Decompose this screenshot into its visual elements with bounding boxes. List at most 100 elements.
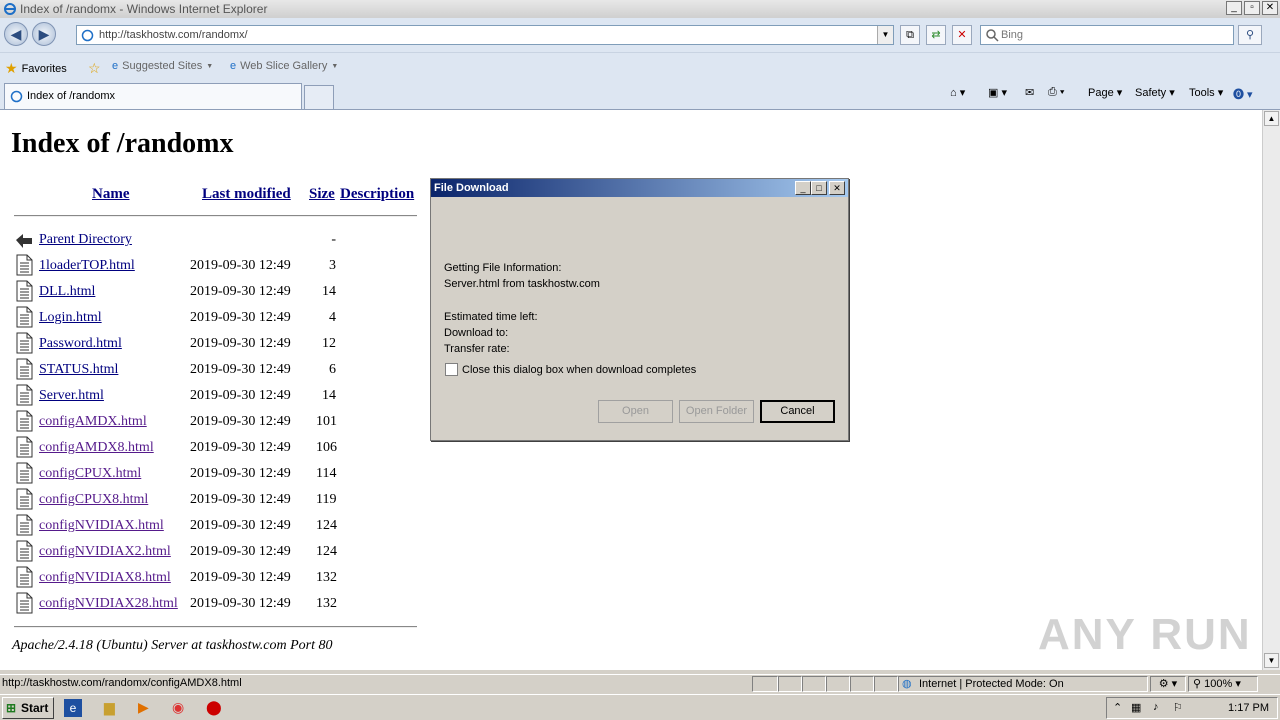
star-icon: ★ — [5, 60, 18, 76]
protected-mode-icon[interactable]: ⚙ ▾ — [1150, 676, 1186, 692]
network-icon[interactable]: ▦ — [1131, 701, 1141, 714]
file-link[interactable]: Password.html — [39, 336, 122, 352]
read-mail-icon[interactable]: ✉ — [1025, 86, 1034, 99]
dialog-close-button[interactable]: ✕ — [829, 181, 845, 195]
dialog-maximize-button[interactable]: □ — [811, 181, 827, 195]
dialog-minimize-button[interactable]: _ — [795, 181, 811, 195]
file-date: 2019-09-30 12:49 — [190, 492, 291, 507]
refresh-icon[interactable]: ⇄ — [926, 25, 946, 45]
chevron-down-icon: ▼ — [206, 62, 214, 70]
help-icon[interactable]: ⓿ ▾ — [1233, 86, 1253, 102]
scroll-down-icon[interactable]: ▼ — [1264, 653, 1279, 668]
cancel-button[interactable]: Cancel — [760, 400, 835, 423]
file-link[interactable]: 1loaderTOP.html — [39, 258, 135, 274]
volume-icon[interactable]: ♪ — [1153, 701, 1159, 713]
open-button[interactable]: Open — [598, 400, 673, 423]
close-button[interactable]: ✕ — [1262, 1, 1278, 15]
back-button[interactable]: ◀ — [4, 22, 28, 46]
status-bar: http://taskhostw.com/randomx/configAMDX8… — [0, 674, 1280, 692]
file-date: 2019-09-30 12:49 — [190, 570, 291, 585]
media-player-taskbar-icon[interactable]: ▶ — [138, 699, 156, 717]
file-size: 114 — [316, 466, 337, 481]
file-size: 119 — [316, 492, 337, 507]
file-size: 3 — [329, 258, 336, 273]
scroll-up-icon[interactable]: ▲ — [1264, 111, 1279, 126]
html-file-icon — [16, 436, 33, 458]
file-date: 2019-09-30 12:49 — [190, 336, 291, 351]
chrome-taskbar-icon[interactable]: ◉ — [172, 699, 190, 717]
sort-by-description-link[interactable]: Description — [340, 186, 414, 203]
explorer-taskbar-icon[interactable]: ▆ — [104, 699, 122, 717]
tab-index-randomx[interactable]: Index of /randomx — [4, 83, 302, 109]
search-button[interactable]: ⚲ — [1238, 25, 1262, 45]
compatibility-view-icon[interactable]: ⧉ — [900, 25, 920, 45]
zoom-control[interactable]: ⚲ 100% ▾ — [1188, 676, 1258, 692]
file-link[interactable]: configCPUX8.html — [39, 492, 148, 508]
address-dropdown-icon[interactable]: ▼ — [877, 26, 893, 44]
file-link[interactable]: configNVIDIAX.html — [39, 518, 164, 534]
file-link[interactable]: STATUS.html — [39, 362, 118, 378]
download-to-label: Download to: — [444, 327, 509, 339]
sort-by-modified-link[interactable]: Last modified — [202, 186, 291, 203]
sort-by-size-link[interactable]: Size — [309, 186, 335, 203]
clock[interactable]: 1:17 PM — [1228, 702, 1269, 714]
tools-menu[interactable]: Tools ▾ — [1189, 86, 1223, 99]
sort-by-name-link[interactable]: Name — [92, 186, 130, 203]
web-slice-gallery-link[interactable]: e Web Slice Gallery ▼ — [230, 60, 338, 72]
stop-icon[interactable]: ✕ — [952, 25, 972, 45]
html-file-icon — [16, 332, 33, 354]
divider — [14, 215, 417, 217]
anyrun-watermark: ANY RUN — [1038, 610, 1252, 659]
minimize-button[interactable]: _ — [1226, 1, 1242, 15]
safety-menu[interactable]: Safety ▾ — [1135, 86, 1175, 99]
maximize-button[interactable]: ▫ — [1244, 1, 1260, 15]
file-link[interactable]: Server.html — [39, 388, 104, 404]
dialog-title-bar: File Download _ □ ✕ — [431, 179, 848, 197]
home-icon[interactable]: ⌂ ▾ — [950, 86, 965, 99]
html-file-icon — [16, 540, 33, 562]
status-segment — [850, 676, 874, 692]
file-link[interactable]: configNVIDIAX8.html — [39, 570, 171, 586]
security-taskbar-icon[interactable]: ⬤ — [206, 699, 224, 717]
search-input[interactable]: Bing — [980, 25, 1234, 45]
file-link[interactable]: DLL.html — [39, 284, 95, 300]
status-segment — [778, 676, 802, 692]
feeds-icon[interactable]: ▣ ▾ — [988, 86, 1007, 99]
page-menu[interactable]: Page ▾ — [1088, 86, 1122, 99]
close-when-complete-checkbox[interactable] — [445, 363, 458, 376]
html-file-icon — [16, 384, 33, 406]
file-link[interactable]: configNVIDIAX28.html — [39, 596, 178, 612]
vertical-scrollbar[interactable]: ▲ ▼ — [1262, 110, 1280, 670]
parent-directory-link[interactable]: Parent Directory — [39, 232, 132, 248]
action-center-flag-icon[interactable]: ⚐ — [1173, 701, 1183, 714]
status-segment — [752, 676, 778, 692]
print-icon[interactable]: ⎙ ▾ — [1048, 86, 1064, 99]
start-button[interactable]: ⊞ Start — [2, 697, 54, 719]
file-size: 14 — [322, 284, 336, 299]
address-url[interactable]: http://taskhostw.com/randomx/ — [99, 29, 248, 41]
open-folder-button[interactable]: Open Folder — [679, 400, 754, 423]
add-to-favorites-bar-icon[interactable]: ☆ — [88, 60, 101, 77]
favorites-button[interactable]: ★ Favorites — [5, 60, 67, 77]
file-date: 2019-09-30 12:49 — [190, 414, 291, 429]
ie-page-icon: e — [230, 60, 237, 72]
file-link[interactable]: configNVIDIAX2.html — [39, 544, 171, 560]
back-folder-icon — [16, 234, 32, 248]
page-icon — [81, 29, 94, 42]
html-file-icon — [16, 488, 33, 510]
file-size: 132 — [316, 570, 337, 585]
html-file-icon — [16, 254, 33, 276]
file-link[interactable]: Login.html — [39, 310, 102, 326]
file-link[interactable]: configCPUX.html — [39, 466, 141, 482]
show-hidden-icons-icon[interactable]: ⌃ — [1113, 701, 1122, 714]
file-link[interactable]: configAMDX.html — [39, 414, 147, 430]
server-signature: Apache/2.4.18 (Ubuntu) Server at taskhos… — [12, 638, 333, 653]
address-bar[interactable]: http://taskhostw.com/randomx/ ▼ — [76, 25, 894, 45]
file-link[interactable]: configAMDX8.html — [39, 440, 154, 456]
file-size: 132 — [316, 596, 337, 611]
suggested-sites-link[interactable]: e Suggested Sites ▼ — [112, 60, 213, 72]
forward-button[interactable]: ▶ — [32, 22, 56, 46]
new-tab-button[interactable] — [304, 85, 334, 109]
ie-taskbar-icon[interactable]: e — [64, 699, 82, 717]
security-zone[interactable]: ◍ Internet | Protected Mode: On — [898, 676, 1148, 692]
